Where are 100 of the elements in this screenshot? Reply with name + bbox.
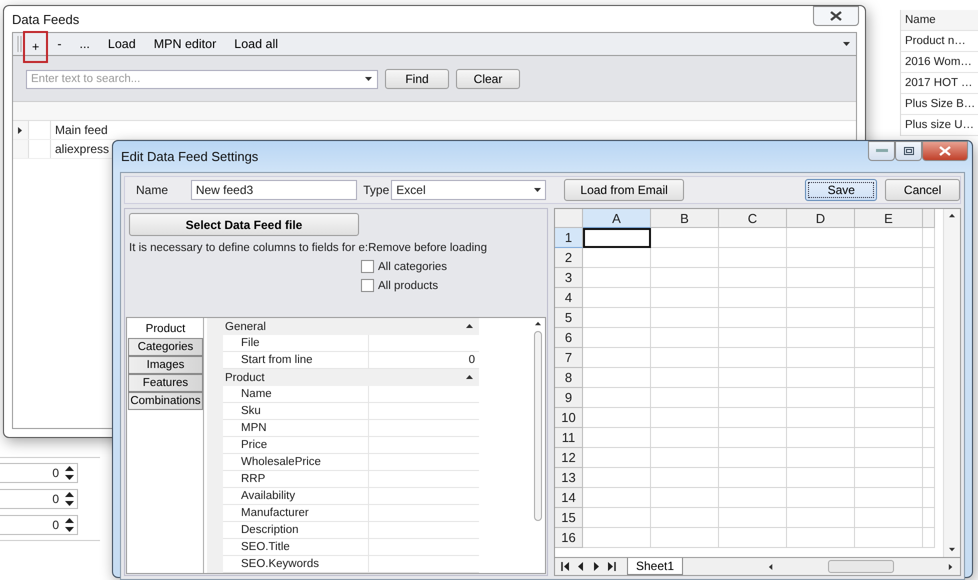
sheet-cell[interactable] xyxy=(923,448,935,468)
sheet-cell[interactable] xyxy=(583,428,651,448)
sheet-cell[interactable] xyxy=(583,388,651,408)
side-tab[interactable]: Images xyxy=(128,356,203,374)
number-spinner[interactable]: 0 xyxy=(0,515,78,535)
sheet-cell[interactable] xyxy=(719,348,787,368)
sheet-cell[interactable] xyxy=(651,228,719,248)
row-header[interactable]: 8 xyxy=(555,368,583,388)
sheet-cell[interactable] xyxy=(923,388,935,408)
sheet-cell[interactable] xyxy=(787,248,855,268)
side-tab[interactable]: Categories xyxy=(128,338,203,356)
sheet-cell[interactable] xyxy=(651,408,719,428)
row-header[interactable]: 2 xyxy=(555,248,583,268)
sheet-cell[interactable] xyxy=(787,308,855,328)
select-file-button[interactable]: Select Data Feed file xyxy=(129,213,359,236)
sheet-cell[interactable] xyxy=(583,508,651,528)
scrollbar-thumb[interactable] xyxy=(534,331,542,521)
sheet-cell[interactable] xyxy=(719,428,787,448)
sheet-cell[interactable] xyxy=(923,268,935,288)
sheet-cell[interactable] xyxy=(787,468,855,488)
sheet-cell[interactable] xyxy=(651,508,719,528)
sheet-cell[interactable] xyxy=(651,308,719,328)
sheet-cell[interactable] xyxy=(651,528,719,548)
sheet-cell[interactable] xyxy=(719,388,787,408)
sheet-cell[interactable] xyxy=(583,288,651,308)
sheet-cell[interactable] xyxy=(651,288,719,308)
sheet-cell[interactable] xyxy=(719,268,787,288)
row-header[interactable]: 13 xyxy=(555,468,583,488)
checkbox[interactable]: All categories xyxy=(361,260,543,273)
sheet-cell[interactable] xyxy=(855,528,923,548)
row-header[interactable]: 3 xyxy=(555,268,583,288)
sheet-cell[interactable] xyxy=(923,328,935,348)
row-header[interactable]: 7 xyxy=(555,348,583,368)
row-header[interactable]: 16 xyxy=(555,528,583,548)
sheet-cell[interactable] xyxy=(923,228,935,248)
sheet-cell[interactable] xyxy=(855,448,923,468)
sheet-cell[interactable] xyxy=(923,368,935,388)
sheet-cell[interactable] xyxy=(923,408,935,428)
sheet-cell[interactable] xyxy=(923,428,935,448)
sheet-cell[interactable] xyxy=(787,328,855,348)
sheet-cell[interactable] xyxy=(651,328,719,348)
side-tab[interactable]: Features xyxy=(128,374,203,392)
dialog-button[interactable]: Cancel xyxy=(885,179,960,201)
sheet-cell[interactable] xyxy=(855,408,923,428)
sheet-cell[interactable] xyxy=(855,508,923,528)
sheet-cell[interactable] xyxy=(719,408,787,428)
name-field[interactable]: New feed3 xyxy=(190,180,358,200)
toolbar-button[interactable]: ... xyxy=(70,33,99,55)
sheet-cell[interactable] xyxy=(787,348,855,368)
sheet-cell[interactable] xyxy=(855,428,923,448)
sheet-cell[interactable] xyxy=(651,348,719,368)
search-button[interactable]: Find xyxy=(385,69,449,89)
sheet-cell[interactable] xyxy=(583,308,651,328)
sheet-cell[interactable] xyxy=(719,308,787,328)
maximize-button[interactable] xyxy=(895,141,922,161)
sheet-cell[interactable] xyxy=(583,248,651,268)
sheet-cell[interactable] xyxy=(651,248,719,268)
sheet-cell[interactable] xyxy=(855,228,923,248)
sheet-cell[interactable] xyxy=(719,288,787,308)
sheet-cell[interactable] xyxy=(651,368,719,388)
sheet-cell[interactable] xyxy=(719,448,787,468)
row-indicator[interactable] xyxy=(13,121,29,139)
close-button[interactable] xyxy=(922,141,968,161)
row-header[interactable]: 1 xyxy=(555,228,583,248)
sheet-cell[interactable] xyxy=(719,368,787,388)
feed-name-cell[interactable]: Main feed xyxy=(50,121,112,139)
sheet-cell[interactable] xyxy=(855,248,923,268)
column-header[interactable] xyxy=(923,209,935,228)
column-header[interactable]: A xyxy=(583,209,651,228)
sheet-cell[interactable] xyxy=(855,288,923,308)
search-button[interactable]: Clear xyxy=(456,69,520,89)
checkbox[interactable]: All products xyxy=(361,279,543,292)
sheet-cell[interactable] xyxy=(651,468,719,488)
sheet-cell[interactable] xyxy=(787,508,855,528)
row-header[interactable]: 4 xyxy=(555,288,583,308)
sheet-cell[interactable] xyxy=(583,468,651,488)
sheet-cell[interactable] xyxy=(583,528,651,548)
property-group-header[interactable]: Product xyxy=(207,369,479,386)
sheet-cell[interactable] xyxy=(651,268,719,288)
sheet-cell[interactable] xyxy=(787,448,855,468)
sheet-cell[interactable] xyxy=(787,388,855,408)
sheet-cell[interactable] xyxy=(855,468,923,488)
toolbar-button[interactable]: MPN editor xyxy=(144,33,226,55)
sheet-cell[interactable] xyxy=(719,468,787,488)
sheet-cell[interactable] xyxy=(923,468,935,488)
sheet-cell[interactable] xyxy=(787,368,855,388)
sheet-cell[interactable] xyxy=(651,448,719,468)
sheet-cell[interactable] xyxy=(923,508,935,528)
type-select[interactable]: Excel xyxy=(391,180,546,200)
sheet-cell[interactable] xyxy=(855,488,923,508)
toolbar-button[interactable]: - xyxy=(48,33,70,55)
number-spinner[interactable]: 0 xyxy=(0,463,78,483)
sheet-cell[interactable] xyxy=(787,488,855,508)
row-header[interactable]: 12 xyxy=(555,448,583,468)
sheet-cell[interactable] xyxy=(583,268,651,288)
sheet-tab[interactable]: Sheet1 xyxy=(627,558,684,575)
sheet-cell[interactable] xyxy=(855,308,923,328)
sheet-cell[interactable] xyxy=(787,408,855,428)
toolbar-button[interactable]: Load xyxy=(98,33,145,55)
side-tab[interactable]: Combinations xyxy=(128,392,203,410)
